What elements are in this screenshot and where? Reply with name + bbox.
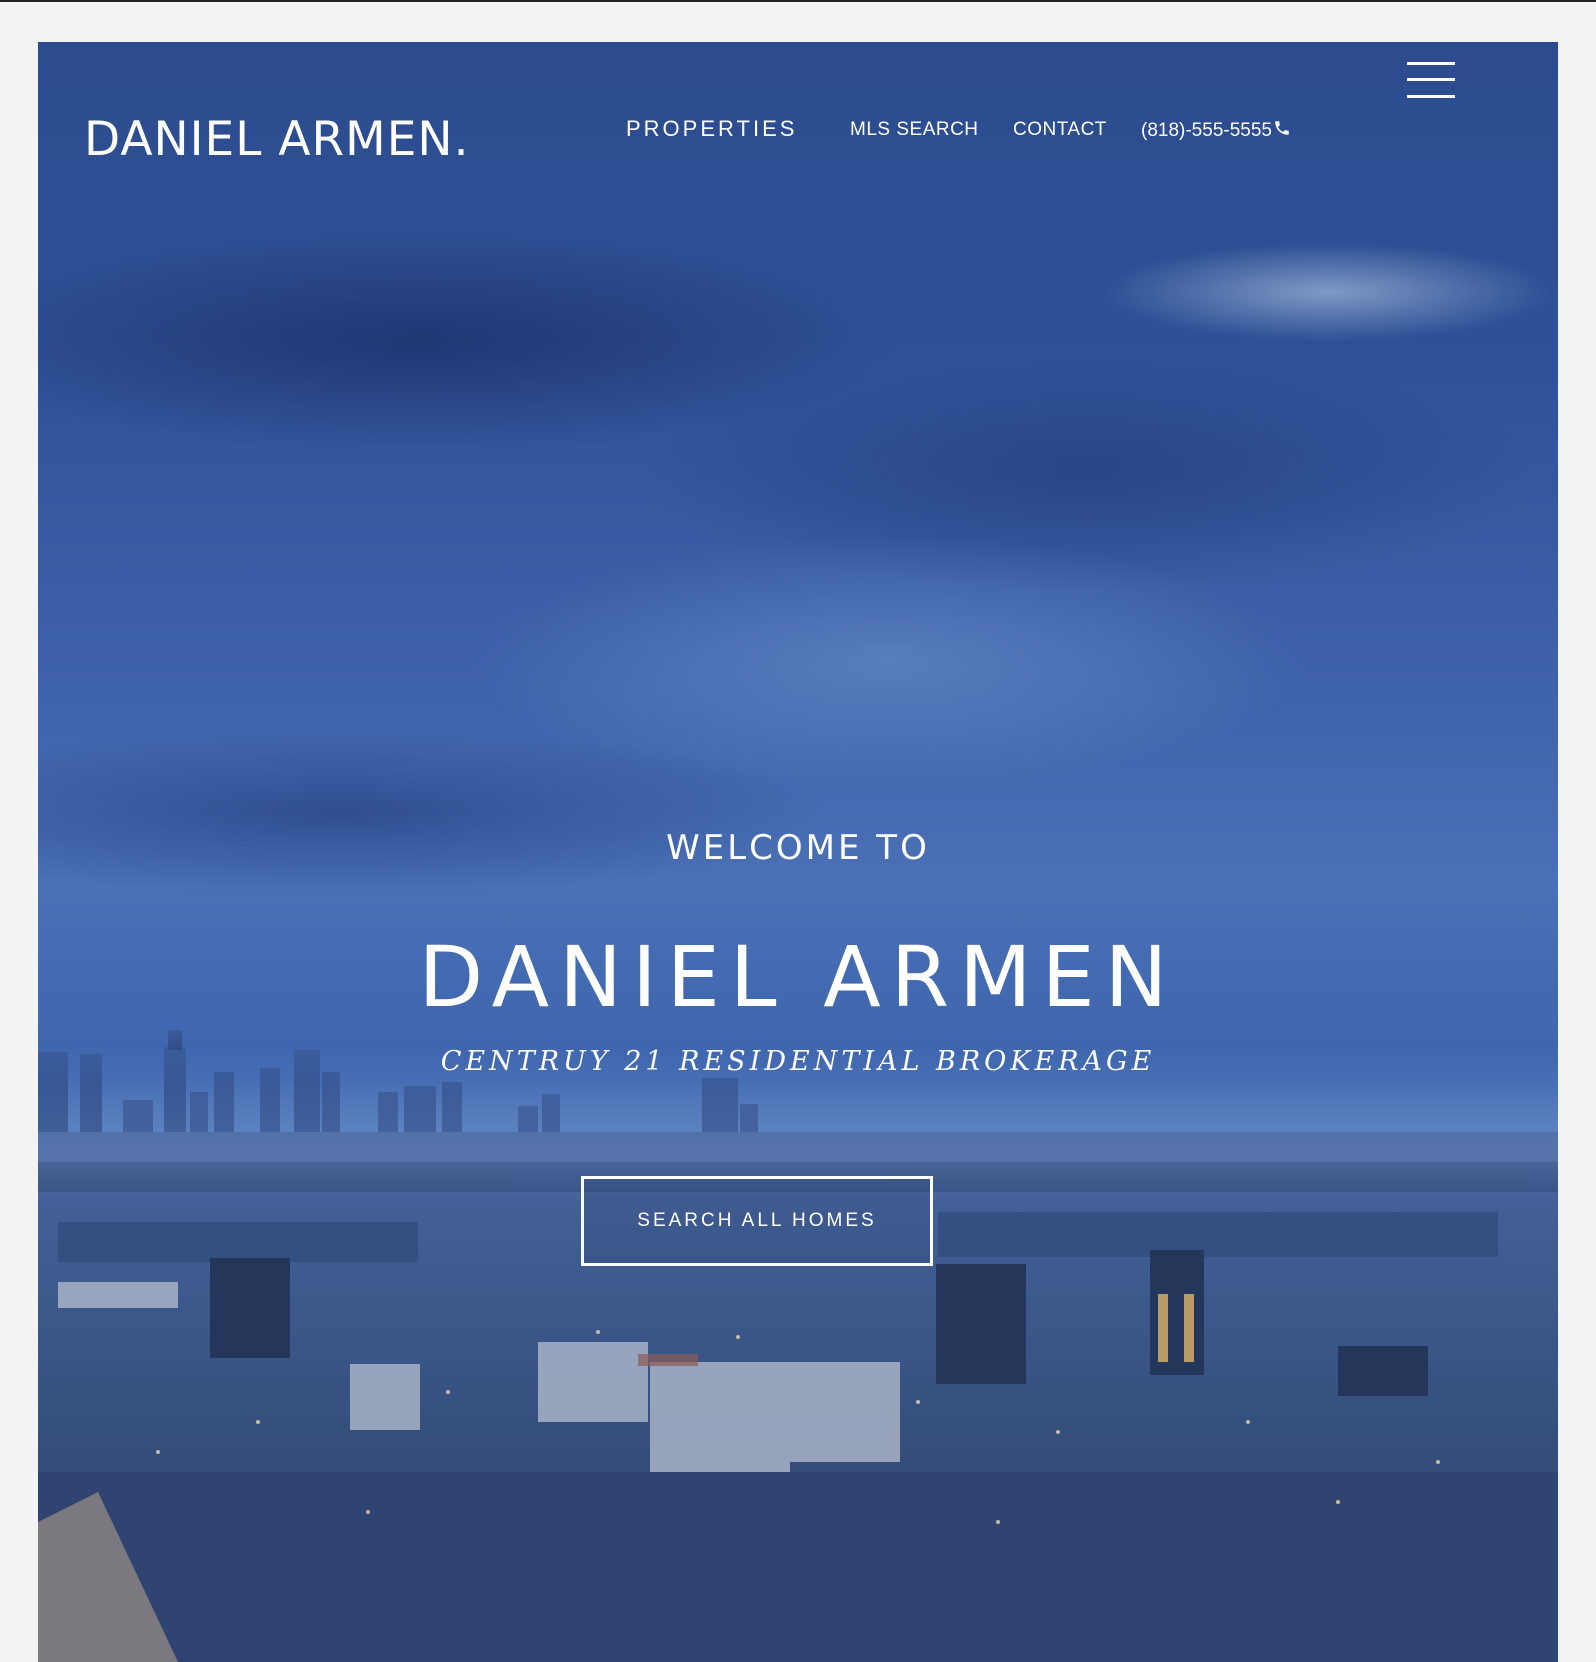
hero-welcome-text: WELCOME TO	[666, 828, 930, 868]
hero-title: DANIEL ARMEN	[418, 928, 1178, 1026]
phone-icon	[1275, 121, 1289, 135]
brand-logo[interactable]: DANIEL ARMEN.	[84, 112, 470, 167]
nav-contact-link[interactable]: CONTACT	[1013, 119, 1107, 141]
menu-bar	[1407, 62, 1455, 65]
nav-properties-link[interactable]: PROPERTIES	[626, 116, 797, 142]
hero-subtitle: CENTRUY 21 RESIDENTIAL BROKERAGE	[440, 1046, 1156, 1077]
top-navigation: DANIEL ARMEN. PROPERTIES MLS SEARCH CONT…	[38, 42, 1558, 167]
nav-mls-search-link[interactable]: MLS SEARCH	[850, 119, 979, 141]
nav-phone-link[interactable]: (818)-555-5555	[1141, 119, 1291, 142]
window-top-border	[0, 0, 1596, 2]
menu-bar	[1407, 78, 1455, 81]
hamburger-menu-icon[interactable]	[1407, 62, 1457, 102]
phone-number: (818)-555-5555	[1141, 120, 1272, 141]
menu-bar	[1407, 95, 1455, 98]
hero-section: DANIEL ARMEN. PROPERTIES MLS SEARCH CONT…	[38, 42, 1558, 1662]
search-all-homes-button[interactable]: SEARCH ALL HOMES	[581, 1176, 933, 1266]
